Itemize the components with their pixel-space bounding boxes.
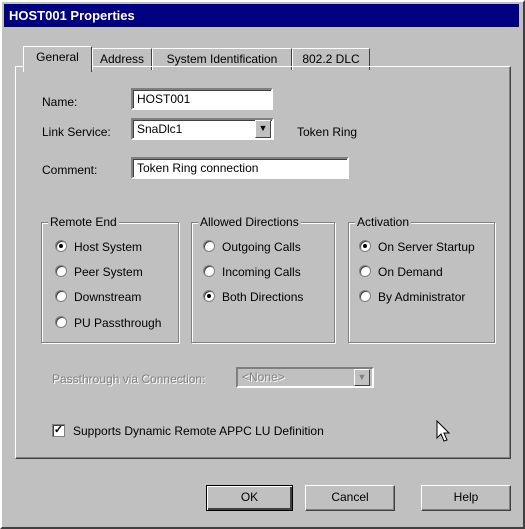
radio-on-server-startup[interactable]: [359, 240, 371, 252]
window-title: HOST001 Properties: [4, 4, 519, 27]
radio-pu-passthrough[interactable]: [55, 316, 67, 328]
on-server-startup-label: On Server Startup: [378, 240, 475, 254]
pu-passthrough-label: PU Passthrough: [74, 316, 162, 330]
radio-incoming-calls[interactable]: [203, 265, 215, 277]
help-button[interactable]: Help: [421, 485, 511, 511]
downstream-label: Downstream: [74, 290, 142, 304]
comment-label: Comment:: [42, 163, 98, 177]
comment-field[interactable]: Token Ring connection: [131, 157, 349, 179]
passthrough-dropdown-button: ▼: [354, 369, 370, 386]
ok-button[interactable]: OK: [206, 485, 293, 511]
radio-by-administrator[interactable]: [359, 290, 371, 302]
link-service-dropdown-button[interactable]: ▼: [255, 120, 271, 138]
by-administrator-label: By Administrator: [378, 290, 466, 304]
tab-system-identification-label: System Identification: [166, 52, 278, 66]
radio-on-demand[interactable]: [359, 265, 371, 277]
host-system-label: Host System: [74, 240, 143, 254]
cancel-button[interactable]: Cancel: [305, 485, 395, 511]
tab-address-label: Address: [99, 52, 145, 66]
tab-general[interactable]: General: [23, 46, 92, 72]
outgoing-calls-label: Outgoing Calls: [222, 240, 301, 254]
mouse-pointer-icon: [436, 420, 451, 442]
peer-system-label: Peer System: [74, 265, 143, 279]
both-directions-label: Both Directions: [222, 290, 304, 304]
incoming-calls-label: Incoming Calls: [222, 265, 301, 279]
link-service-value: SnaDlc1: [137, 122, 183, 136]
radio-both-directions[interactable]: [203, 290, 215, 302]
radio-outgoing-calls[interactable]: [203, 240, 215, 252]
radio-downstream[interactable]: [55, 290, 67, 302]
radio-host-system[interactable]: [55, 240, 67, 252]
chevron-down-icon: ▼: [357, 372, 367, 382]
radio-peer-system[interactable]: [55, 265, 67, 277]
passthrough-label: Passthrough via Connection:: [52, 372, 206, 386]
link-service-label: Link Service:: [42, 125, 111, 139]
link-service-type: Token Ring: [297, 125, 358, 139]
chevron-down-icon: ▼: [258, 123, 268, 133]
allowed-directions-legend: Allowed Directions: [198, 215, 301, 229]
on-demand-label: On Demand: [378, 265, 443, 279]
activation-legend: Activation: [355, 215, 412, 229]
tab-general-label: General: [36, 50, 79, 64]
remote-end-legend: Remote End: [48, 215, 119, 229]
supports-dynamic-checkbox[interactable]: ✓: [52, 424, 65, 437]
link-service-select[interactable]: SnaDlc1: [131, 118, 274, 140]
name-field[interactable]: HOST001: [131, 88, 273, 110]
passthrough-value: <None>: [242, 370, 285, 384]
supports-dynamic-label: Supports Dynamic Remote APPC LU Definiti…: [73, 424, 324, 438]
tab-802-2-dlc-label: 802.2 DLC: [302, 52, 360, 66]
name-label: Name:: [42, 95, 78, 109]
